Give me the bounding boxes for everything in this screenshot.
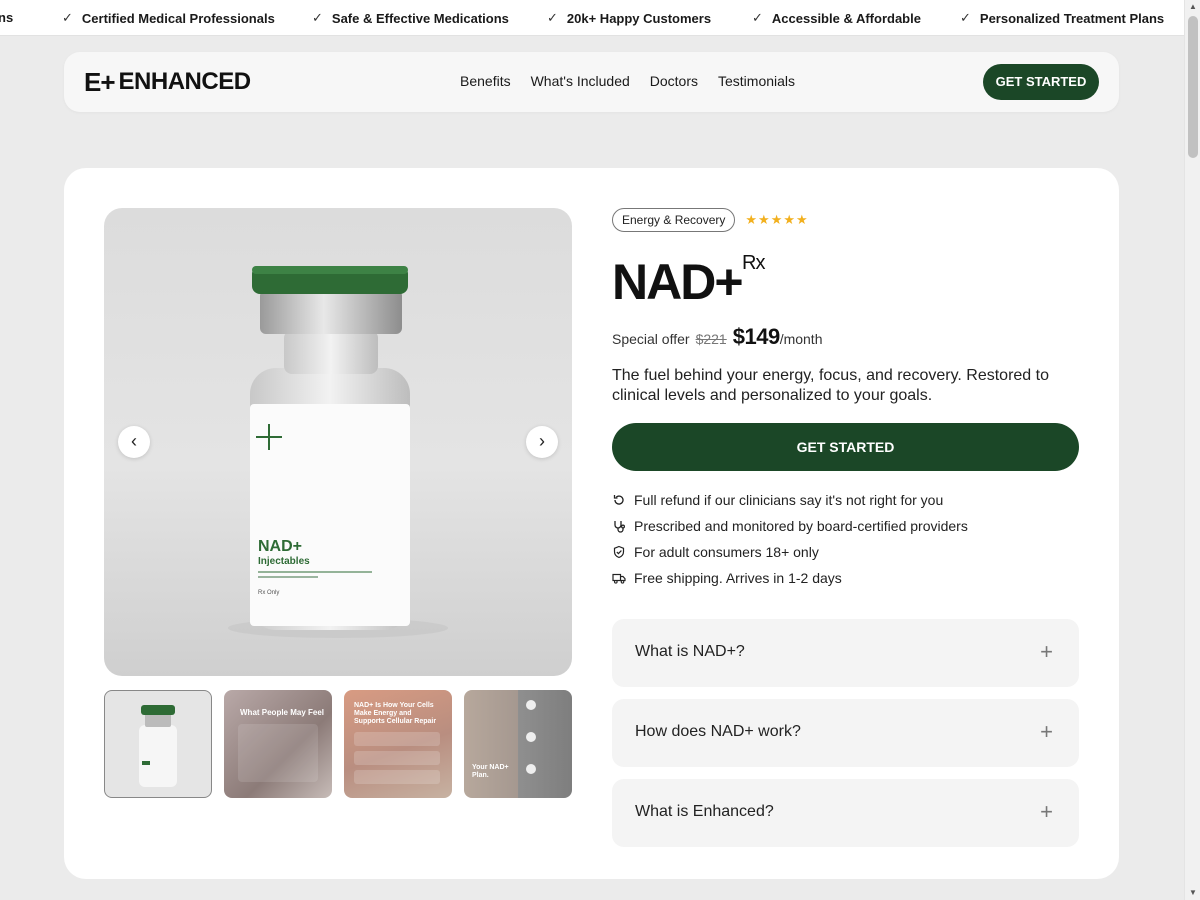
gallery-next-button[interactable]: › — [526, 426, 558, 458]
page-scrollbar[interactable]: ▲ ▼ — [1184, 0, 1200, 900]
check-icon: ✓ — [62, 10, 73, 25]
vial-label-title: NAD+ — [258, 538, 302, 555]
announcement-ticker: ns ✓Certified Medical Professionals ✓Saf… — [0, 0, 1184, 36]
product-main-image: NAD+ Injectables Rx Only ‹ › — [104, 208, 572, 676]
thumbnail-vial[interactable] — [104, 690, 212, 798]
price-period: /month — [779, 331, 823, 347]
logo[interactable]: E+ ENHANCED — [84, 66, 252, 97]
product-description: The fuel behind your energy, focus, and … — [612, 367, 1049, 404]
category-tag: Energy & Recovery — [612, 208, 736, 232]
thumbnail-caption: NAD+ Is How Your Cells Make Energy and S… — [354, 702, 437, 725]
faq-item-what-is-nad[interactable]: What is NAD+? + — [612, 619, 1079, 687]
plus-icon[interactable]: + — [1040, 719, 1053, 745]
feature-text: Free shipping. Arrives in 1-2 days — [634, 570, 842, 586]
refund-icon — [613, 495, 624, 505]
ticker-item: ✓ Certified Medical Professionals — [62, 10, 275, 26]
faq-accordion: What is NAD+? + How does NAD+ work? + Wh… — [612, 619, 1079, 847]
logo-text: ENHANCED — [118, 68, 252, 95]
header-get-started-button[interactable]: GET STARTED — [983, 64, 1099, 100]
ticker-item: ns — [0, 10, 14, 25]
get-started-button[interactable]: GET STARTED — [612, 423, 1079, 471]
ticker-item: ✓ Personalized Treatment Plans — [960, 10, 1165, 26]
rx-badge: Rx — [742, 252, 765, 274]
current-price: $149 — [732, 324, 780, 349]
plus-icon[interactable]: + — [1040, 639, 1053, 665]
check-icon: ✓ — [960, 10, 971, 25]
feature-text: Full refund if our clinicians say it's n… — [634, 492, 944, 508]
ticker-item: ✓ 20k+ Happy Customers — [547, 10, 712, 26]
feature-text: For adult consumers 18+ only — [634, 544, 819, 560]
scrollbar-thumb[interactable] — [1188, 16, 1198, 158]
feature-list: Full refund if our clinicians say it's n… — [612, 487, 1079, 591]
offer-label: Special offer — [612, 331, 690, 347]
ticker-item: ✓ Safe & Effective Medications — [312, 10, 509, 26]
feature-item: Prescribed and monitored by board-certif… — [612, 513, 1079, 539]
nav-item-doctors[interactable]: Doctors — [650, 73, 698, 89]
logo-mark: E+ — [84, 66, 116, 97]
product-info: Energy & Recovery ★★★★★ NAD+ Rx Special … — [612, 208, 1079, 859]
stethoscope-icon — [614, 521, 626, 533]
scroll-up-icon[interactable]: ▲ — [1185, 0, 1200, 14]
ticker-item: ✓ Accessible & Affordable — [752, 10, 921, 26]
vial-label-small: Rx Only — [258, 590, 279, 596]
product-card: NAD+ Injectables Rx Only ‹ › What People… — [64, 168, 1119, 879]
check-icon: ✓ — [752, 10, 763, 25]
vial-label-subtitle: Injectables — [258, 556, 310, 567]
thumbnail-cellular-energy[interactable]: NAD+ Is How Your Cells Make Energy and S… — [344, 690, 452, 798]
faq-question: What is Enhanced? — [635, 803, 774, 820]
tag-row: Energy & Recovery ★★★★★ — [612, 208, 1079, 232]
old-price: $221 — [695, 331, 727, 347]
plus-icon[interactable]: + — [1040, 799, 1053, 825]
title-row: NAD+ Rx — [612, 252, 1079, 314]
feature-item: For adult consumers 18+ only — [612, 539, 1079, 565]
thumbnail-nad-plan[interactable]: Your NAD+ Plan. — [464, 690, 572, 798]
thumbnail-caption: What People May Feel — [240, 708, 325, 717]
scroll-down-icon[interactable]: ▼ — [1185, 886, 1200, 900]
price-row: Special offer $221 $149 /month — [612, 324, 1079, 350]
gallery-prev-button[interactable]: ‹ — [118, 426, 150, 458]
vial-illustration: NAD+ Injectables Rx Only — [228, 266, 448, 638]
truck-icon — [612, 573, 626, 584]
gallery-thumbnails: What People May Feel NAD+ Is How Your Ce… — [104, 690, 572, 798]
faq-question: What is NAD+? — [635, 643, 745, 660]
nav-item-whats-included[interactable]: What's Included — [531, 73, 630, 89]
product-title: NAD+ — [612, 254, 744, 310]
nav-item-testimonials[interactable]: Testimonials — [718, 73, 795, 89]
thumbnail-what-people-may-feel[interactable]: What People May Feel — [224, 690, 332, 798]
check-icon: ✓ — [312, 10, 323, 25]
faq-item-what-is-enhanced[interactable]: What is Enhanced? + — [612, 779, 1079, 847]
feature-text: Prescribed and monitored by board-certif… — [634, 518, 968, 534]
feature-item: Free shipping. Arrives in 1-2 days — [612, 565, 1079, 591]
faq-question: How does NAD+ work? — [635, 723, 801, 740]
main-nav: Benefits What's Included Doctors Testimo… — [460, 73, 795, 89]
feature-item: Full refund if our clinicians say it's n… — [612, 487, 1079, 513]
thumbnail-caption: Your NAD+ Plan. — [472, 764, 509, 779]
faq-item-how-does-nad-work[interactable]: How does NAD+ work? + — [612, 699, 1079, 767]
nav-item-benefits[interactable]: Benefits — [460, 73, 511, 89]
thumb-vial-illustration — [139, 705, 177, 787]
star-rating: ★★★★★ — [745, 212, 809, 227]
site-header: E+ ENHANCED Benefits What's Included Doc… — [64, 52, 1119, 112]
shield-check-icon — [613, 545, 625, 559]
check-icon: ✓ — [547, 10, 558, 25]
